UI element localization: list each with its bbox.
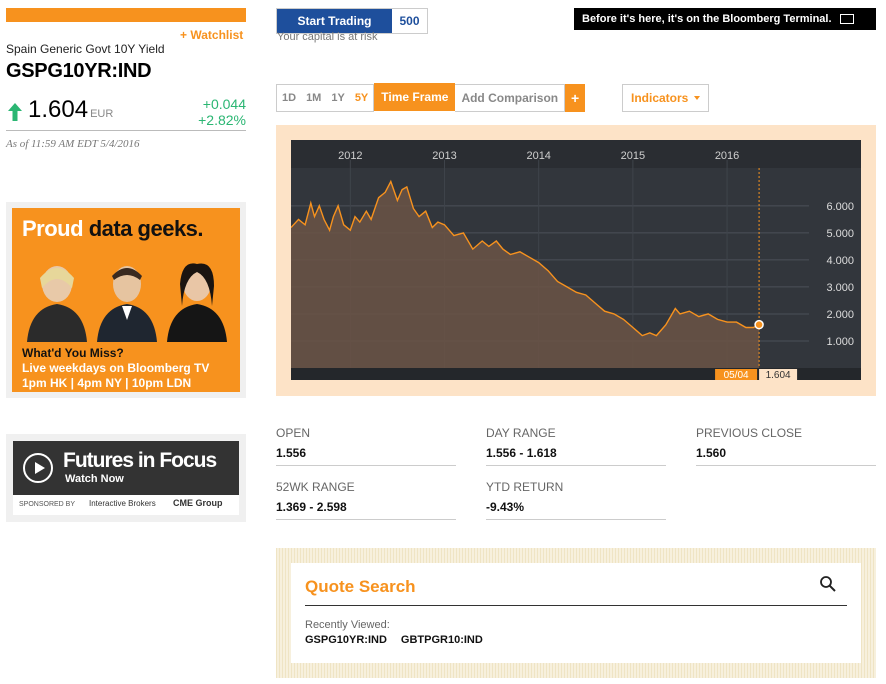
sponsor-interactive-brokers: Interactive Brokers	[89, 499, 156, 508]
price-change-percent: +2.82%	[198, 112, 246, 128]
price-currency: EUR	[90, 108, 114, 120]
recent-link[interactable]: GBTPGR10:IND	[401, 634, 483, 646]
chart-svg: 6.000 5.000 4.000 3.000 2.000 1.000 2012 2013 20…	[291, 140, 861, 380]
recently-viewed-list: GSPG10YR:IND GBTPGR10:IND	[305, 634, 483, 646]
y-tick-label: 6.000	[826, 201, 854, 213]
bloomberg-terminal-banner[interactable]: Before it's here, it's on the Bloomberg …	[574, 8, 876, 30]
area-fill	[291, 181, 760, 368]
x-tick-label: 2016	[715, 150, 739, 162]
last-date-label: 05/04	[724, 370, 749, 380]
chevron-down-icon	[694, 96, 701, 100]
timeframe-5y[interactable]: 5Y	[350, 85, 373, 111]
price-block: 1.604 EUR	[6, 98, 113, 122]
chart-toolbar: 1D 1M 1Y 5Y Time Frame Add Comparison +	[276, 83, 586, 112]
stat-open: OPEN 1.556	[276, 426, 456, 466]
y-tick-label: 5.000	[826, 228, 854, 240]
watch-now-link[interactable]: Watch Now	[65, 473, 124, 485]
stat-ytd-return: YTD RETURN -9.43%	[486, 480, 666, 520]
last-point	[754, 319, 764, 330]
header-accent-bar	[6, 8, 246, 22]
y-tick-label: 1.000	[826, 336, 854, 348]
y-tick-label: 2.000	[826, 309, 854, 321]
play-icon	[23, 453, 53, 483]
x-tick-label: 2013	[432, 150, 456, 162]
recent-link[interactable]: GSPG10YR:IND	[305, 634, 387, 646]
stat-day-range: DAY RANGE 1.556 - 1.618	[486, 426, 666, 466]
timeframe-1d[interactable]: 1D	[277, 85, 301, 111]
security-name: Spain Generic Govt 10Y Yield	[6, 42, 165, 56]
search-icon[interactable]	[819, 575, 837, 593]
add-comparison-input[interactable]: Add Comparison	[455, 84, 566, 112]
stat-52wk-range: 52WK RANGE 1.369 - 2.598	[276, 480, 456, 520]
indicators-dropdown[interactable]: Indicators	[622, 84, 710, 112]
x-axis-band	[291, 140, 861, 168]
y-tick-label: 3.000	[826, 282, 854, 294]
as-of-timestamp: As of 11:59 AM EDT 5/4/2016	[6, 138, 140, 150]
last-value-label: 1.604	[766, 370, 791, 380]
quote-search-panel: Quote Search Recently Viewed: GSPG10YR:I…	[276, 548, 876, 678]
risk-notice: Your capital is at risk	[277, 31, 378, 43]
sponsor-cme-group: CME Group	[173, 498, 223, 508]
terminal-icon	[839, 14, 854, 24]
divider	[6, 130, 246, 131]
sponsored-label: SPONSORED BY	[19, 501, 76, 508]
ad-headline: Proud data geeks.	[22, 216, 204, 241]
x-tick-label: 2015	[621, 150, 645, 162]
recently-viewed-label: Recently Viewed:	[305, 619, 390, 631]
timeframe-1m[interactable]: 1M	[301, 85, 326, 111]
time-frame-button[interactable]: Time Frame	[374, 83, 456, 111]
chart-panel: 6.000 5.000 4.000 3.000 2.000 1.000 2012 2013 20…	[276, 125, 876, 396]
futures-in-focus-ad[interactable]: Futures in Focus Watch Now SPONSORED BY …	[6, 434, 246, 522]
price-change-block: +0.044 +2.82%	[198, 96, 246, 128]
ad-title: Futures in Focus	[63, 449, 217, 472]
x-tick-label: 2014	[526, 150, 550, 162]
stat-previous-close: PREVIOUS CLOSE 1.560	[696, 426, 876, 466]
plus500-logo: 500	[399, 14, 420, 28]
price-chart[interactable]: 6.000 5.000 4.000 3.000 2.000 1.000 2012 2013 20…	[291, 140, 861, 380]
last-price: 1.604	[28, 96, 89, 123]
bloomberg-tv-ad[interactable]: Proud data geeks. What'd You Miss? Live …	[6, 202, 246, 398]
y-tick-label: 4.000	[826, 255, 854, 267]
timeframe-group: 1D 1M 1Y 5Y	[276, 84, 375, 112]
price-change: +0.044	[202, 96, 246, 112]
security-ticker: GSPG10YR:IND	[6, 60, 152, 82]
up-arrow-icon	[8, 103, 22, 121]
ad-schedule: What'd You Miss? Live weekdays on Bloomb…	[22, 346, 210, 390]
timeframe-1y[interactable]: 1Y	[326, 85, 349, 111]
x-tick-label: 2012	[338, 150, 362, 162]
presenters-image	[27, 263, 227, 342]
quote-search-title: Quote Search	[305, 577, 416, 596]
add-comparison-button[interactable]: +	[565, 84, 586, 112]
search-input-underline[interactable]	[305, 605, 847, 606]
add-to-watchlist-button[interactable]: + Watchlist	[180, 28, 243, 42]
